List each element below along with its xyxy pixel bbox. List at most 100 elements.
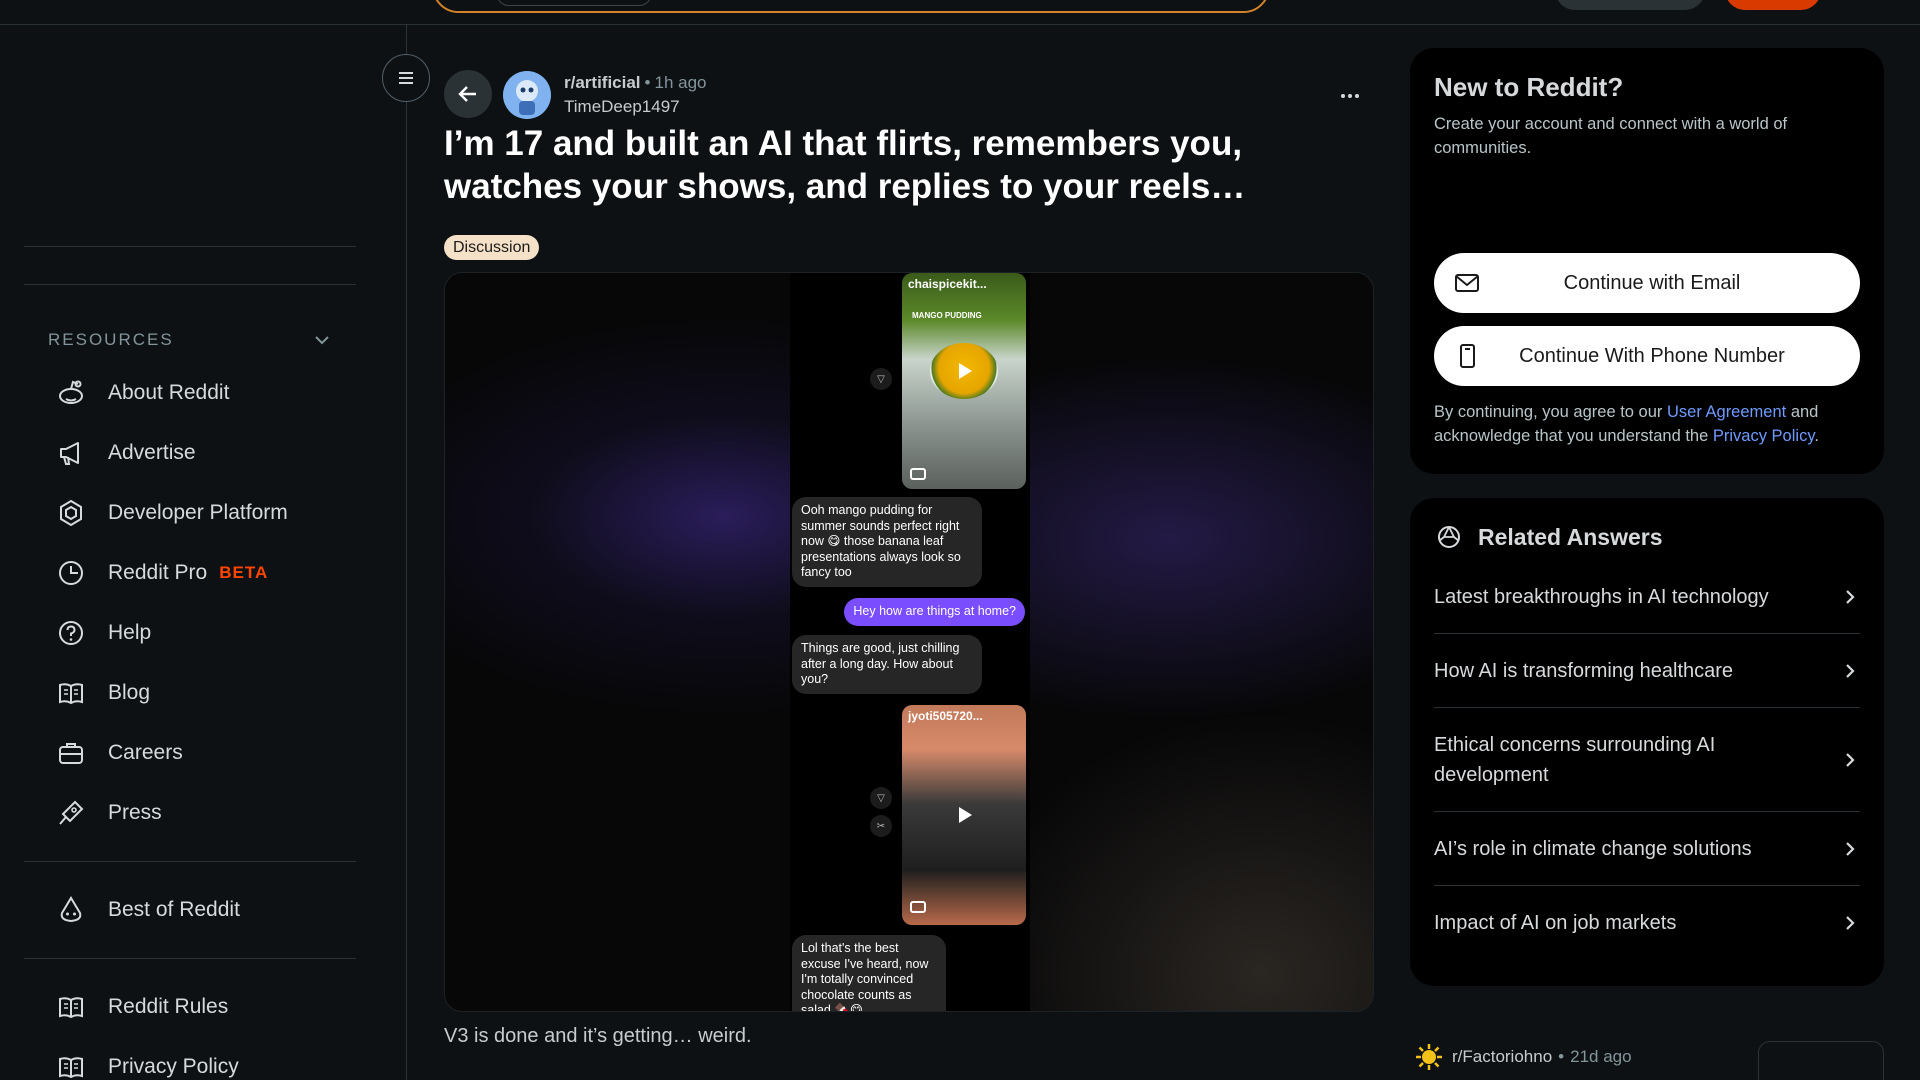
next-post-subreddit[interactable]: r/Factoriohno: [1452, 1047, 1552, 1067]
sidebar-item-label: About Reddit: [108, 381, 230, 404]
sidebar-item-label: Blog: [108, 681, 151, 704]
sidebar-item-label: Privacy Policy: [108, 1055, 239, 1078]
reel-thumbnail[interactable]: jyoti505720...: [902, 705, 1026, 925]
react-icon[interactable]: ▽: [870, 368, 892, 390]
phone-icon: [1460, 344, 1475, 368]
resources-section-toggle[interactable]: RESOURCES: [24, 307, 356, 373]
arrow-left-icon: [458, 86, 476, 102]
chat-message-incoming: Things are good, just chilling after a l…: [792, 635, 982, 694]
sidebar-item-about-reddit[interactable]: About Reddit: [24, 365, 356, 421]
chat-message-incoming: Lol that's the best excuse I've heard, n…: [792, 935, 946, 1011]
related-answer-item[interactable]: How AI is transforming healthcare: [1434, 634, 1860, 708]
reel-thumbnail[interactable]: chaispicekit... MANGO PUDDING: [902, 273, 1026, 489]
related-answers-header: Related Answers: [1434, 522, 1663, 552]
post-flair[interactable]: Discussion: [444, 235, 540, 260]
share-icon[interactable]: ✂: [870, 815, 892, 837]
more-horizontal-icon: [1341, 94, 1359, 98]
button-label: Continue With Phone Number: [1519, 344, 1785, 367]
sidebar-item-developer-platform[interactable]: Developer Platform: [24, 485, 356, 541]
card-title: New to Reddit?: [1434, 72, 1624, 102]
related-answer-text: Latest breakthroughs in AI technology: [1434, 585, 1769, 608]
subreddit-link[interactable]: r/artificial: [564, 73, 641, 92]
related-answer-item[interactable]: Ethical concerns surrounding AI developm…: [1434, 708, 1860, 812]
post-media-gallery[interactable]: chaispicekit... MANGO PUDDING ▽ Ooh mang…: [444, 272, 1374, 1012]
top-header: [0, 0, 1920, 25]
card-subtitle: Create your account and connect with a w…: [1434, 115, 1788, 157]
sidebar-item-label: Advertise: [108, 441, 196, 464]
sidebar-item-reddit-pro[interactable]: Reddit Pro BETA: [24, 545, 356, 601]
next-post-time: 21d ago: [1570, 1047, 1632, 1066]
sidebar-item-help[interactable]: Help: [24, 605, 356, 661]
next-post-thumbnail[interactable]: [1758, 1041, 1884, 1080]
play-icon: [944, 351, 984, 391]
get-app-button[interactable]: [1555, 0, 1705, 10]
press-icon: [59, 800, 84, 825]
book-icon: [59, 997, 83, 1019]
answers-icon: [1438, 526, 1460, 548]
post-title[interactable]: I’m 17 and built an AI that flirts, reme…: [444, 122, 1344, 208]
sidebar-item-label: Careers: [108, 741, 183, 764]
sidebar-item-careers[interactable]: Careers: [24, 725, 356, 781]
subreddit-avatar[interactable]: [503, 71, 551, 119]
post-meta: r/artificial • 1h ago TimeDeep1497: [564, 71, 707, 119]
related-answer-text: Impact of AI on job markets: [1434, 912, 1677, 934]
sidebar-item-privacy-policy[interactable]: Privacy Policy: [24, 1039, 356, 1080]
book-icon: [59, 683, 83, 705]
privacy-policy-link[interactable]: Privacy Policy: [1713, 427, 1814, 445]
post-author[interactable]: TimeDeep1497: [564, 95, 707, 119]
related-answer-item[interactable]: Latest breakthroughs in AI technology: [1434, 560, 1860, 634]
sidebar-collapse-button[interactable]: [382, 54, 430, 102]
video-icon: [910, 468, 926, 480]
related-answer-item[interactable]: Impact of AI on job markets: [1434, 886, 1860, 960]
related-answer-item[interactable]: AI’s role in climate change solutions: [1434, 812, 1860, 886]
sidebar-divider: [24, 284, 356, 285]
sidebar-item-advertise[interactable]: Advertise: [24, 425, 356, 481]
chat-message-incoming: Ooh mango pudding for summer sounds perf…: [792, 497, 982, 587]
button-label: Continue with Email: [1563, 271, 1741, 294]
sidebar-item-blog[interactable]: Blog: [24, 665, 356, 721]
back-button[interactable]: [444, 70, 492, 118]
mail-icon: [1455, 274, 1479, 292]
related-answers-title: Related Answers: [1478, 523, 1663, 550]
sidebar-divider: [24, 861, 356, 862]
user-agreement-link[interactable]: User Agreement: [1667, 403, 1786, 421]
best-of-reddit-icon: [60, 896, 82, 923]
megaphone-icon: [60, 442, 79, 465]
reddit-pro-icon: [59, 561, 83, 585]
continue-with-email-button[interactable]: Continue with Email: [1434, 253, 1860, 313]
related-answer-text: AI’s role in climate change solutions: [1434, 837, 1752, 860]
sidebar-item-label: Reddit Pro: [108, 561, 208, 584]
subreddit-sun-icon: [1416, 1044, 1442, 1070]
terms-suffix: .: [1814, 427, 1819, 445]
next-post-preview: r/Factoriohno • 21d ago: [1414, 1042, 1632, 1072]
sidebar-item-label: Best of Reddit: [108, 898, 240, 921]
continue-with-phone-button[interactable]: Continue With Phone Number: [1434, 326, 1860, 386]
sidebar-item-label: Reddit Rules: [108, 995, 229, 1018]
sidebar-item-label: Developer Platform: [108, 501, 288, 524]
related-answer-text: How AI is transforming healthcare: [1434, 659, 1734, 682]
sidebar-item-label: Press: [108, 801, 162, 824]
search-chip[interactable]: [496, 0, 652, 6]
related-answers-card: Related Answers Latest breakthroughs in …: [1410, 498, 1884, 986]
terms-notice: By continuing, you agree to our User Agr…: [1434, 400, 1864, 448]
resources-heading: RESOURCES: [48, 330, 174, 349]
reel-caption: MANGO PUDDING: [912, 311, 982, 320]
help-icon: [59, 621, 83, 645]
video-icon: [910, 901, 926, 913]
new-to-reddit-card: New to Reddit? Create your account and c…: [1410, 48, 1884, 474]
react-icon[interactable]: ▽: [870, 787, 892, 809]
subreddit-avatar-image: [503, 71, 551, 119]
post-options-button[interactable]: [1330, 76, 1370, 116]
sidebar-item-best-of-reddit[interactable]: Best of Reddit: [24, 882, 356, 938]
sidebar-item-reddit-rules[interactable]: Reddit Rules: [24, 979, 356, 1035]
briefcase-icon: [59, 743, 83, 764]
play-icon: [944, 795, 984, 835]
chevron-right-icon: [1846, 841, 1855, 856]
left-sidebar: RESOURCES About Reddit Advertise Develop…: [0, 25, 407, 1080]
sidebar-item-press[interactable]: Press: [24, 785, 356, 841]
log-in-button[interactable]: [1725, 0, 1821, 10]
sidebar-divider: [24, 246, 356, 247]
post-body: V3 is done and it’s getting… weird.: [444, 1025, 752, 1047]
developer-platform-icon: [60, 499, 82, 527]
terms-prefix: By continuing, you agree to our: [1434, 403, 1663, 421]
